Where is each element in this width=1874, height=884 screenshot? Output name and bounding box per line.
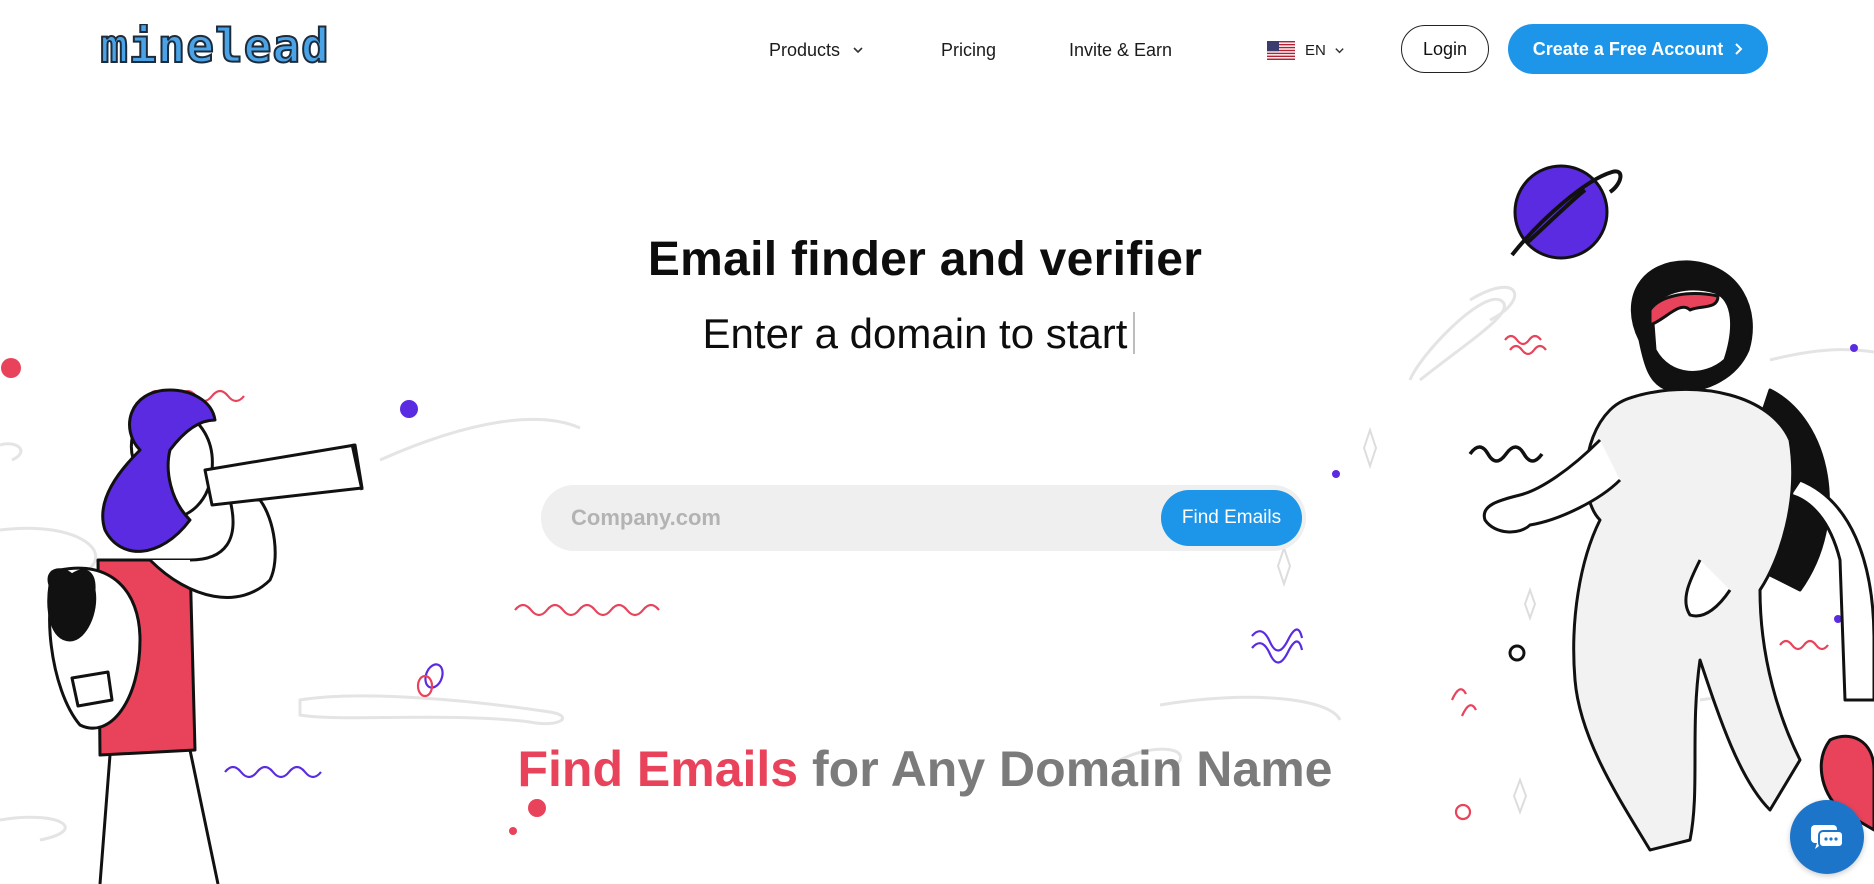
chat-widget-button[interactable] [1790,800,1864,874]
language-label: EN [1305,41,1326,59]
chevron-right-icon [1735,43,1743,55]
hero-subtitle: Enter a domain to start [0,310,1838,358]
domain-search-bar: Find Emails [541,485,1306,551]
typing-caret [1133,312,1136,354]
create-account-button[interactable]: Create a Free Account [1508,24,1768,74]
nav-products-label: Products [769,39,841,60]
headline-accent: Find Emails [517,741,799,797]
language-selector[interactable]: EN [1267,30,1345,70]
nav-invite-earn[interactable]: Invite & Earn [1069,30,1172,70]
us-flag-icon [1267,40,1295,60]
section-headline: Find Emails for Any Domain Name [0,740,1850,798]
nav-products[interactable]: Products [769,30,864,70]
hero-subtitle-text: Enter a domain to start [702,310,1128,357]
nav-pricing[interactable]: Pricing [941,30,996,70]
chat-icon [1811,825,1844,849]
create-account-label: Create a Free Account [1532,38,1724,59]
login-button[interactable]: Login [1401,25,1489,73]
hero-title: Email finder and verifier [647,233,1203,286]
find-emails-button[interactable]: Find Emails [1161,490,1302,546]
chevron-down-icon [1335,47,1344,53]
chevron-down-icon [853,47,863,54]
headline-rest: for Any Domain Name [798,741,1333,797]
domain-search-input[interactable] [571,485,1111,551]
